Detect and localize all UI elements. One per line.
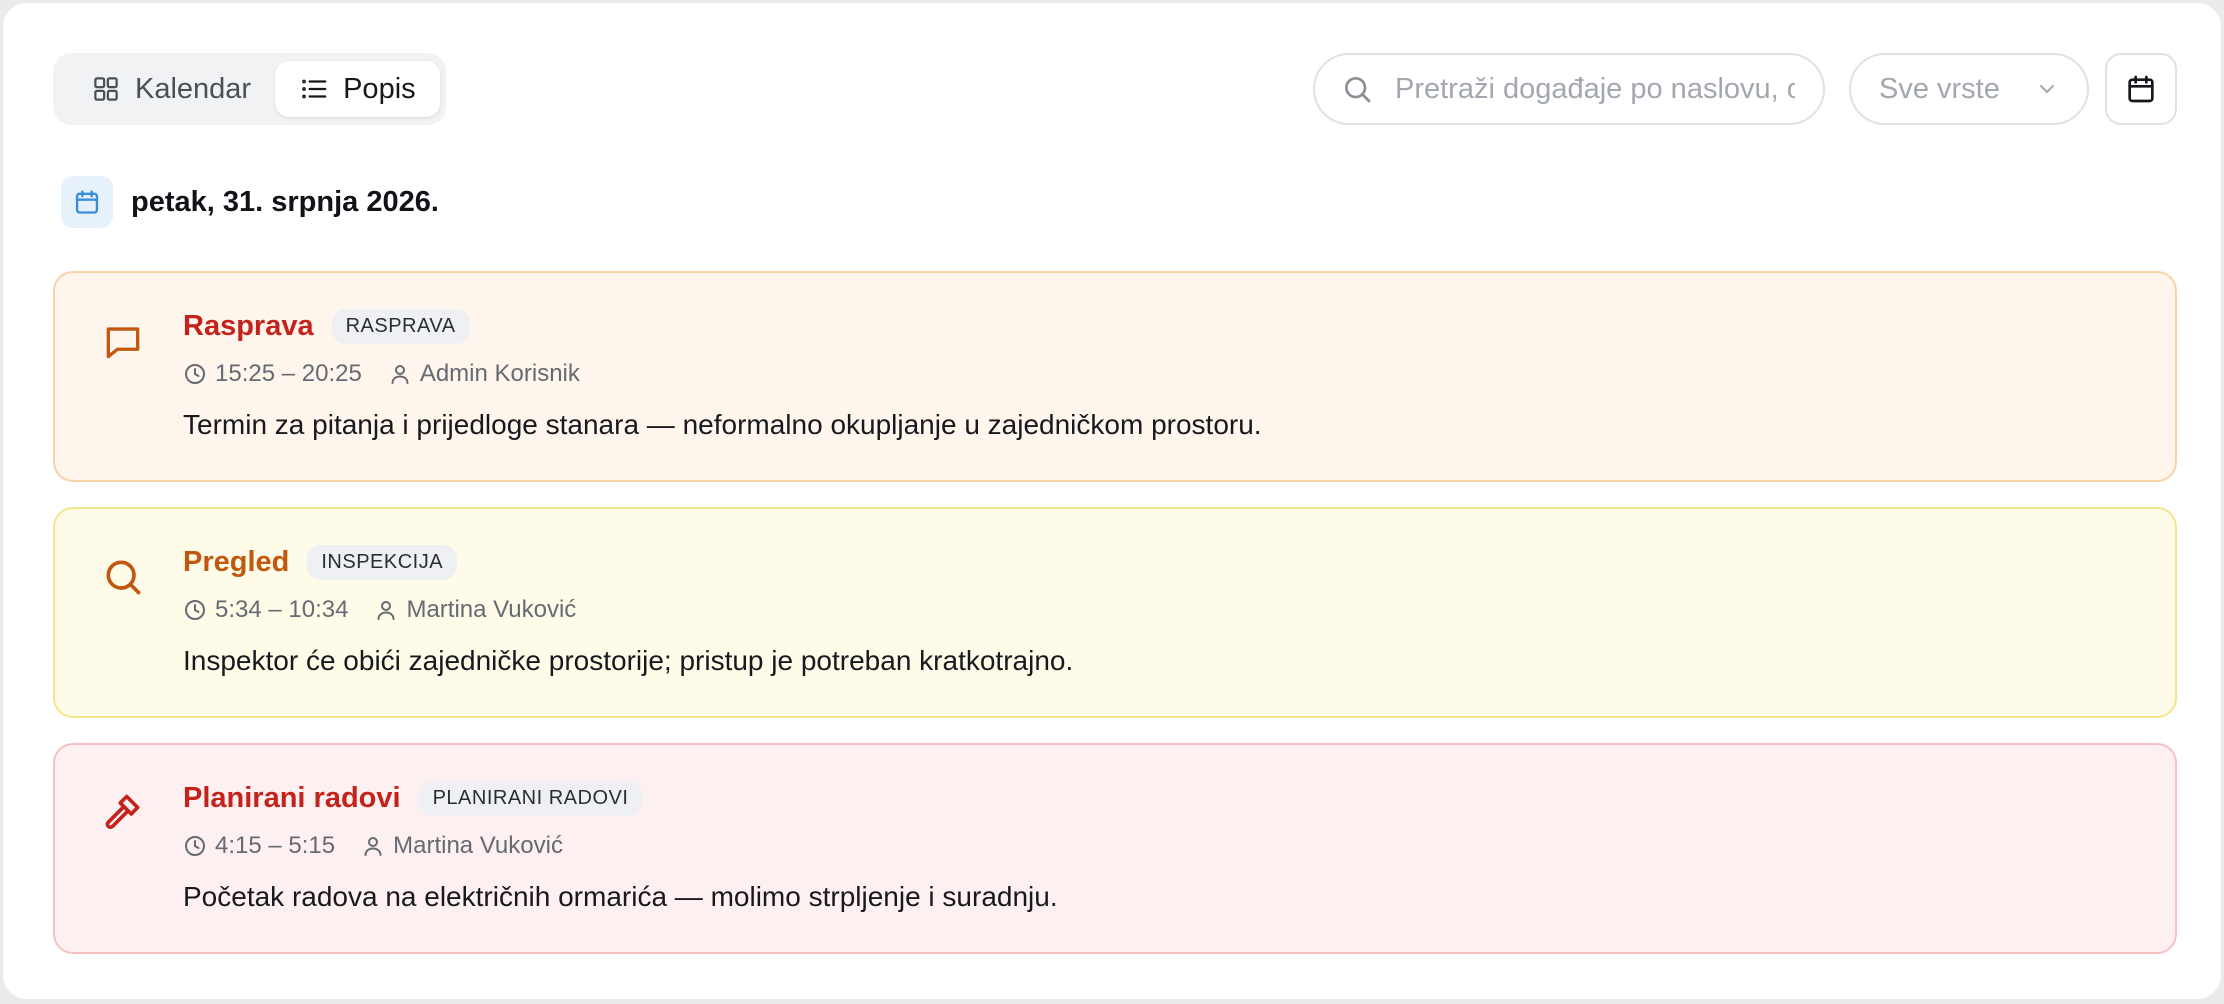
event-description: Termin za pitanja i prijedloge stanara —… <box>183 409 1262 440</box>
event-type-badge: INSPEKCIJA <box>307 545 458 580</box>
event-title: Planirani radovi <box>183 782 401 814</box>
event-type-select[interactable]: Sve vrste <box>1849 53 2089 125</box>
event-person: Martina Vuković <box>393 832 563 859</box>
event-time: 15:25 – 20:25 <box>215 360 362 387</box>
date-calendar-icon <box>61 176 113 228</box>
clock-icon <box>185 600 205 620</box>
event-card-discussion[interactable]: Rasprava RASPRAVA 15:25 – 20:25 Admin Ko… <box>53 271 2177 482</box>
search-input[interactable] <box>1395 72 1795 106</box>
event-description: Inspektor će obići zajedničke prostorije… <box>183 645 1074 676</box>
event-title: Rasprava <box>183 310 314 342</box>
calendar-view-button[interactable]: Kalendar <box>61 61 275 117</box>
calendar-icon <box>2128 75 2154 103</box>
event-card-works[interactable]: Planirani radovi PLANIRANI RADOVI 4:15 –… <box>53 743 2177 954</box>
clock-icon <box>185 836 205 856</box>
event-type-badge: RASPRAVA <box>331 309 470 344</box>
date-heading-text: petak, 31. srpnja 2026. <box>131 185 439 218</box>
event-type-badge: PLANIRANI RADOVI <box>418 781 643 816</box>
list-icon <box>302 79 327 99</box>
view-toggle: Kalendar Popis <box>53 53 446 125</box>
calendar-view-label: Kalendar <box>135 72 252 105</box>
date-picker-button[interactable] <box>2105 53 2177 125</box>
user-icon <box>391 365 409 384</box>
event-type-selected: Sve vrste <box>1879 72 2000 105</box>
magnifier-icon <box>101 555 145 599</box>
event-person: Martina Vuković <box>406 596 577 623</box>
chat-bubble-icon <box>101 319 145 363</box>
chevron-down-icon <box>2040 85 2054 93</box>
event-description: Početak radova na električnih ormarića —… <box>183 881 1058 912</box>
event-time: 5:34 – 10:34 <box>215 596 349 623</box>
search-icon <box>1345 77 1371 103</box>
event-title: Pregled <box>183 546 290 578</box>
user-icon <box>364 837 382 856</box>
event-person: Admin Korisnik <box>419 360 580 387</box>
grid-icon <box>94 77 118 101</box>
event-card-inspection[interactable]: Pregled INSPEKCIJA 5:34 – 10:34 Martina … <box>53 507 2177 718</box>
hammer-icon <box>101 791 145 835</box>
list-view-button[interactable]: Popis <box>275 61 440 117</box>
event-time: 4:15 – 5:15 <box>215 832 336 859</box>
date-heading: petak, 31. srpnja 2026. <box>61 176 439 228</box>
clock-icon <box>185 364 205 384</box>
user-icon <box>377 601 395 620</box>
list-view-label: Popis <box>343 72 416 105</box>
page-container: Kalendar Popis Sve vrste <box>3 3 2221 999</box>
search-box <box>1313 53 1825 125</box>
